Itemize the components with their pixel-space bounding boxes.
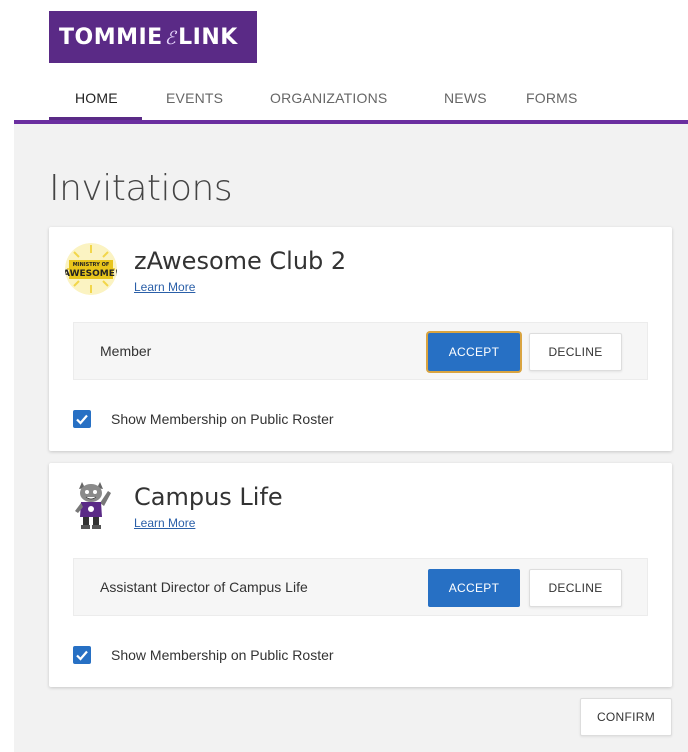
org-name: zAwesome Club 2 — [134, 247, 347, 275]
org-name: Campus Life — [134, 483, 283, 511]
nav-item-organizations[interactable]: ORGANIZATIONS — [244, 82, 420, 120]
ministry-of-awesome-logo-icon: MINISTRY OF AWESOME! — [65, 243, 117, 295]
nav-item-home[interactable]: HOME — [49, 82, 142, 120]
role-row: Assistant Director of Campus Life ACCEPT… — [73, 558, 648, 616]
invitation-card: Campus Life Learn More Assistant Directo… — [49, 463, 672, 687]
svg-text:AWESOME!: AWESOME! — [65, 269, 117, 279]
tommie-mascot-icon — [65, 479, 117, 531]
nav-item-forms[interactable]: FORMS — [506, 82, 586, 120]
main-nav: HOME EVENTS ORGANIZATIONS NEWS FORMS — [49, 82, 586, 120]
tommie-link-logo[interactable]: TOMMIE ℰLINK — [49, 11, 257, 63]
roster-label: Show Membership on Public Roster — [111, 647, 334, 663]
role-label: Assistant Director of Campus Life — [100, 579, 308, 595]
nav-item-news[interactable]: NEWS — [420, 82, 506, 120]
decline-button[interactable]: DECLINE — [529, 569, 622, 607]
top-header: TOMMIE ℰLINK HOME EVENTS ORGANIZATIONS NE… — [0, 0, 688, 124]
accept-button[interactable]: ACCEPT — [428, 333, 520, 371]
role-row: Member ACCEPT DECLINE — [73, 322, 648, 380]
decline-button[interactable]: DECLINE — [529, 333, 622, 371]
roster-label: Show Membership on Public Roster — [111, 411, 334, 427]
page-title: Invitations — [49, 168, 233, 209]
learn-more-link[interactable]: Learn More — [134, 280, 195, 294]
show-on-roster-checkbox[interactable] — [73, 646, 91, 664]
checkmark-icon — [76, 414, 88, 425]
checkmark-icon — [76, 650, 88, 661]
show-on-roster-checkbox[interactable] — [73, 410, 91, 428]
svg-text:MINISTRY OF: MINISTRY OF — [73, 262, 110, 268]
public-roster-option: Show Membership on Public Roster — [73, 409, 334, 429]
accept-button[interactable]: ACCEPT — [428, 569, 520, 607]
nav-item-events[interactable]: EVENTS — [142, 82, 244, 120]
role-label: Member — [100, 343, 152, 359]
invitation-card: MINISTRY OF AWESOME! zAwesome Club 2 Lea… — [49, 227, 672, 451]
public-roster-option: Show Membership on Public Roster — [73, 645, 334, 665]
logo-text: TOMMIE ℰLINK — [59, 24, 238, 50]
confirm-button[interactable]: CONFIRM — [580, 698, 672, 736]
learn-more-link[interactable]: Learn More — [134, 516, 195, 530]
